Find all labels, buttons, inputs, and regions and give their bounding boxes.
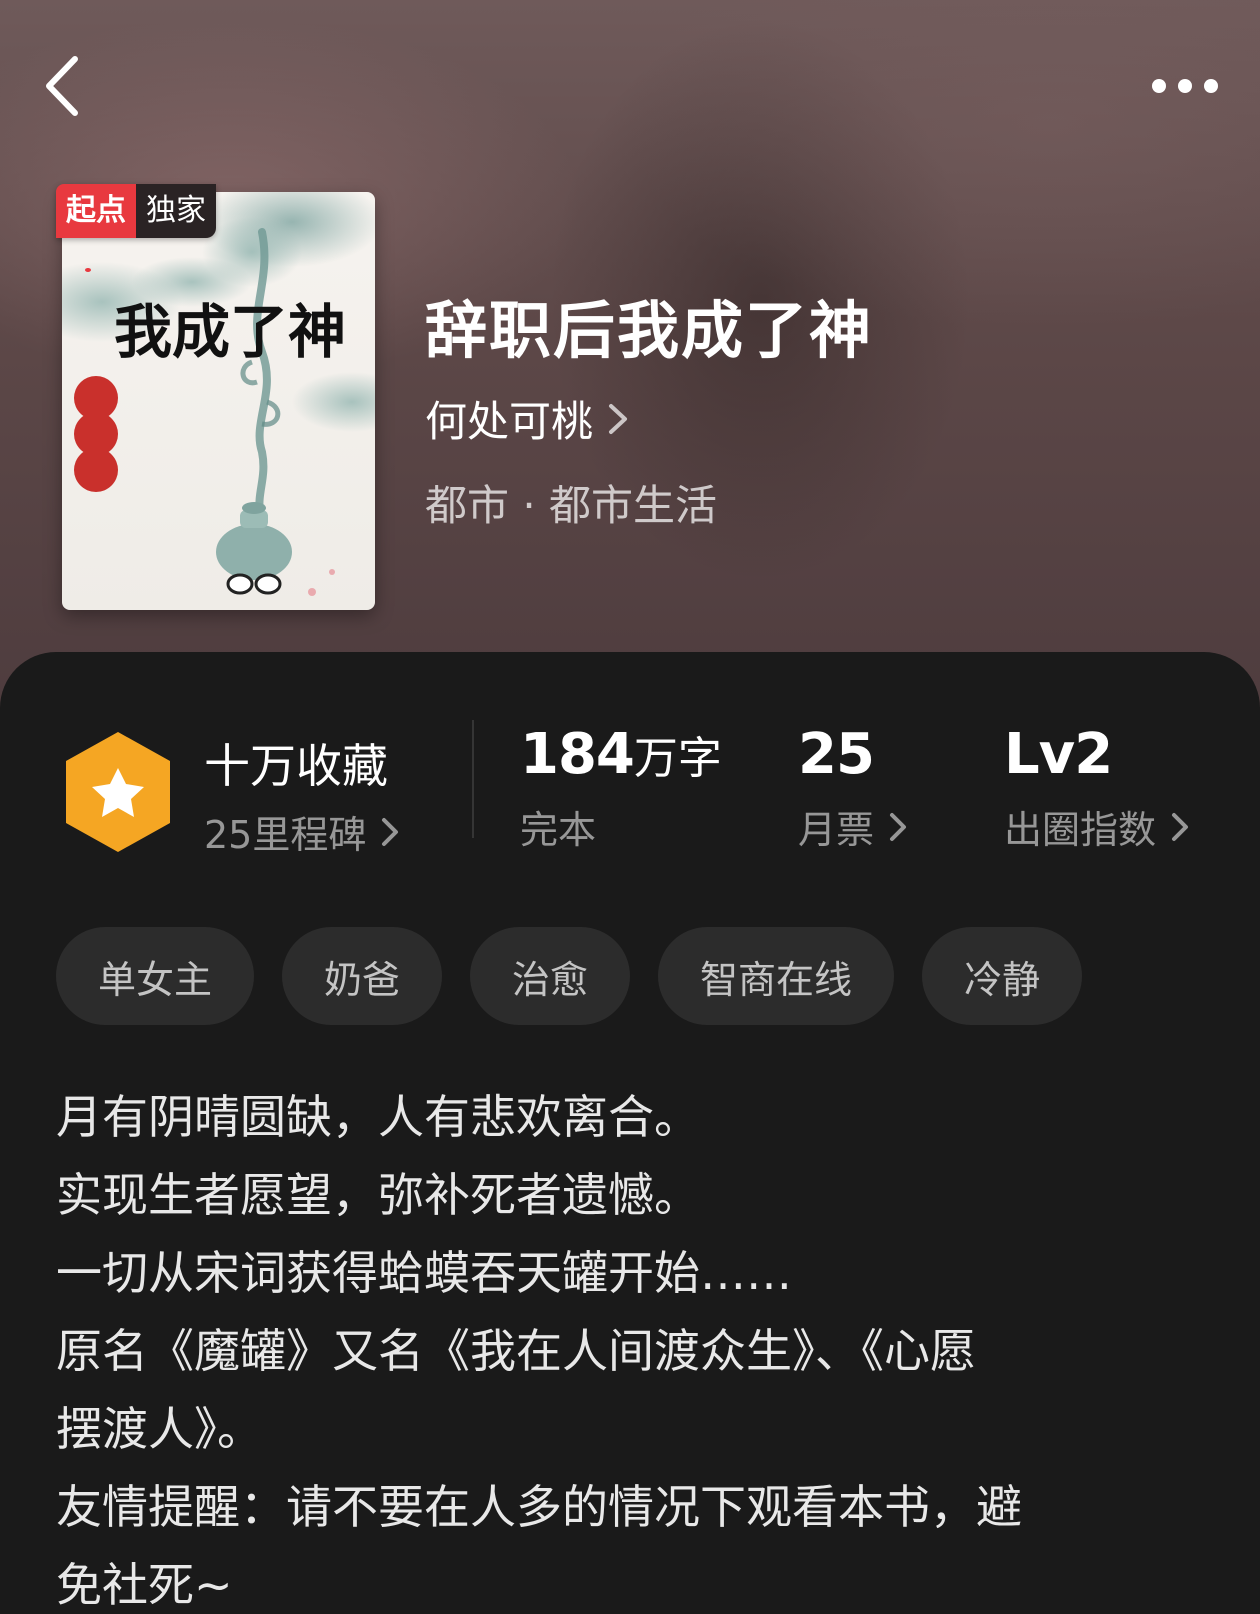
chevron-right-icon: [890, 812, 907, 841]
chevron-right-icon: [609, 403, 628, 434]
description-line: 一切从宋词获得蛤蟆吞天罐开始……: [56, 1246, 792, 1300]
word-count-stat: 184万字 完本: [520, 722, 722, 854]
monthly-tickets-stat[interactable]: 25 月票: [798, 722, 908, 854]
back-button[interactable]: [34, 52, 90, 120]
description-line: 原名《魔罐》又名《我在人间渡众生》、《心愿: [56, 1324, 976, 1378]
chevron-right-icon: [1172, 812, 1189, 841]
level-number: Lv2: [1004, 722, 1113, 787]
chevron-right-icon: [382, 817, 399, 846]
monthly-tickets-number: 25: [798, 722, 875, 787]
description-line: 实现生者愿望，弥补死者遗憾。: [56, 1168, 700, 1222]
book-description[interactable]: 月有阴晴圆缺，人有悲欢离合。 实现生者愿望，弥补死者遗憾。 一切从宋词获得蛤蟆吞…: [56, 1078, 1206, 1614]
badge-exclusive: 独家: [136, 184, 216, 238]
collection-stat[interactable]: 十万收藏 25里程碑: [204, 730, 400, 859]
tag-chip[interactable]: 奶爸: [282, 927, 443, 1025]
author-name: 何处可桃: [425, 397, 594, 446]
cover-art: 我成了神: [62, 192, 375, 596]
stat-divider: [472, 720, 474, 838]
description-line: 摆渡人》。: [56, 1402, 263, 1456]
cover-title-char: 我成了神: [114, 298, 346, 366]
exclusive-badge: 起点 独家: [56, 184, 216, 238]
popularity-index-label: 出圈指数: [1004, 808, 1157, 852]
tag-list: 单女主 奶爸 治愈 智商在线 冷静: [56, 927, 1083, 1025]
milestone-label: 25里程碑: [204, 813, 367, 857]
tag-chip[interactable]: 智商在线: [658, 927, 895, 1025]
completion-status: 完本: [520, 808, 597, 852]
monthly-tickets-label: 月票: [798, 808, 875, 852]
badge-brand: 起点: [56, 184, 136, 238]
tag-chip[interactable]: 治愈: [470, 927, 631, 1025]
description-line: 月有阴晴圆缺，人有悲欢离合。: [56, 1090, 700, 1144]
tag-chip[interactable]: 单女主: [56, 927, 255, 1025]
author-link[interactable]: 何处可桃: [425, 388, 629, 449]
book-title: 辞职后我成了神: [425, 294, 874, 367]
more-button[interactable]: [1140, 66, 1230, 106]
collection-label: 十万收藏: [204, 739, 388, 793]
word-count-unit: 万字: [633, 733, 722, 784]
book-cover[interactable]: 我成了神: [62, 192, 375, 610]
more-dot: [1204, 79, 1218, 93]
tag-chip[interactable]: 冷静: [922, 927, 1083, 1025]
star-badge-icon: [66, 732, 170, 852]
genre-label: 都市 · 都市生活: [425, 481, 718, 530]
popularity-index-stat[interactable]: Lv2 出圈指数: [1004, 722, 1190, 854]
chevron-left-icon: [46, 56, 78, 116]
description-line: 友情提醒：请不要在人多的情况下观看本书，避: [56, 1480, 1022, 1534]
word-count-number: 184: [520, 722, 635, 787]
description-line: 免社死~: [56, 1558, 233, 1612]
more-dot: [1178, 79, 1192, 93]
more-horizontal-icon: [1152, 79, 1166, 93]
